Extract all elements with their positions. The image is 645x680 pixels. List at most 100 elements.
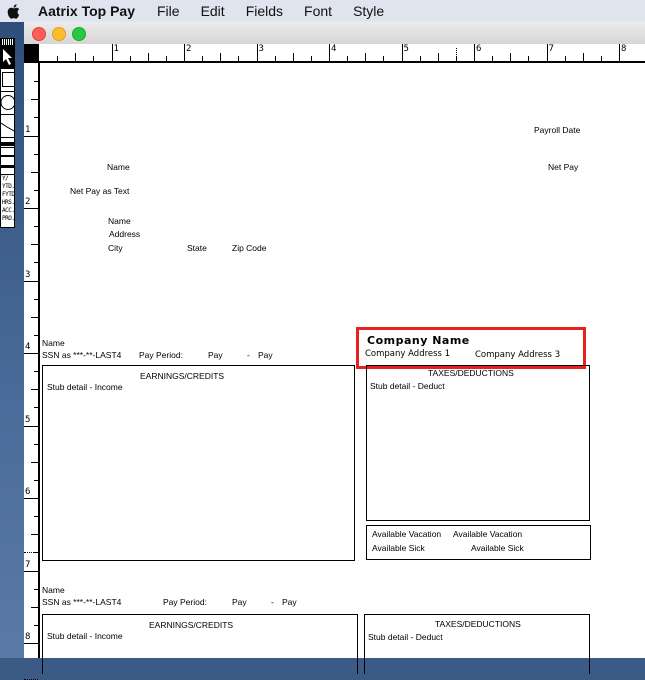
ruler-tick — [31, 171, 38, 173]
ruler-tick — [383, 56, 385, 61]
ruler-major-tick — [184, 44, 185, 61]
arrow-tool[interactable] — [1, 46, 14, 69]
stub1-field-name[interactable]: Name — [42, 338, 65, 348]
field-address-name[interactable]: Name — [108, 216, 131, 226]
stub2-field-name[interactable]: Name — [42, 585, 65, 595]
stub1-vacation-value[interactable]: Available Vacation — [453, 529, 522, 539]
ruler-tick — [274, 56, 276, 61]
ruler-tick — [34, 117, 38, 119]
ruler-major-tick — [474, 44, 475, 61]
ruler-tick — [165, 56, 167, 61]
palette-item[interactable]: HRS. — [2, 199, 15, 207]
medium-line-icon[interactable] — [1, 155, 14, 157]
stub1-vacation-label[interactable]: Available Vacation — [372, 529, 441, 539]
stub1-earnings-title: EARNINGS/CREDITS — [140, 371, 225, 381]
palette-item[interactable]: Y/ — [2, 175, 14, 183]
field-name[interactable]: Name — [107, 162, 130, 172]
document-window: 1 2 3 4 5 6 7 8 1 2 3 4 5 6 7 8 Payroll Date Name Net … — [24, 22, 645, 680]
stub2-earnings-detail[interactable]: Stub detail - Income — [47, 631, 123, 641]
ruler-label: 4 — [25, 342, 31, 352]
ruler-tick — [34, 81, 38, 83]
menu-font[interactable]: Font — [304, 3, 332, 19]
palette-item[interactable]: FYTD — [2, 191, 15, 199]
stub1-earnings-detail[interactable]: Stub detail - Income — [47, 382, 123, 392]
stub2-pay-period-label[interactable]: Pay Period: — [163, 597, 207, 607]
rectangle-tool[interactable] — [1, 69, 15, 92]
field-zip[interactable]: Zip Code — [232, 243, 267, 253]
stub1-taxes-box[interactable]: TAXES/DEDUCTIONS Stub detail - Deduct — [366, 365, 590, 521]
palette-field-list: Y/ YTD. FYTD HRS. ACC. PRO. — [1, 175, 15, 223]
stub1-leave-box[interactable]: Available Vacation Available Vacation Av… — [366, 525, 591, 560]
menu-fields[interactable]: Fields — [246, 3, 283, 19]
stub2-field-ssn[interactable]: SSN as ***-**-LAST4 — [42, 597, 121, 607]
ruler-tick — [31, 99, 38, 101]
field-company-name[interactable]: Company Name — [367, 334, 470, 347]
stub2-taxes-box[interactable]: TAXES/DEDUCTIONS Stub detail - Deduct — [364, 614, 590, 674]
ruler-tick — [310, 56, 312, 61]
field-company-address-3[interactable]: Company Address 3 — [475, 350, 560, 360]
ruler-label: 3 — [258, 44, 264, 54]
field-company-address-1[interactable]: Company Address 1 — [365, 349, 450, 359]
ruler-major-tick — [24, 353, 38, 354]
stub1-earnings-box[interactable]: EARNINGS/CREDITS Stub detail - Income — [42, 365, 355, 561]
oval-tool[interactable] — [0, 92, 16, 115]
apple-logo-icon[interactable] — [6, 3, 20, 19]
window-titlebar[interactable] — [24, 22, 645, 45]
menu-edit[interactable]: Edit — [201, 3, 225, 19]
stub2-field-pay-start[interactable]: Pay — [232, 597, 247, 607]
ruler-tick — [31, 606, 38, 608]
thin-line-icon[interactable] — [1, 165, 14, 168]
palette-item[interactable]: ACC. — [2, 207, 15, 215]
stub1-sick-label[interactable]: Available Sick — [372, 543, 425, 553]
stub2-taxes-detail[interactable]: Stub detail - Deduct — [368, 632, 443, 642]
stub2-earnings-title: EARNINGS/CREDITS — [149, 620, 234, 630]
menu-style[interactable]: Style — [353, 3, 384, 19]
palette-item[interactable]: PRO. — [2, 215, 15, 223]
ruler-tick — [93, 56, 95, 61]
ruler-major-tick — [24, 280, 38, 282]
minimize-button[interactable] — [52, 27, 66, 41]
ruler-label: 7 — [548, 44, 554, 54]
ruler-major-tick — [329, 44, 330, 61]
stub2-field-pay-end[interactable]: Pay — [282, 597, 297, 607]
ruler-tick — [34, 334, 38, 336]
ruler-label: 2 — [25, 197, 31, 207]
ruler-label: 8 — [621, 44, 627, 54]
ruler-tick — [292, 53, 294, 61]
stub1-field-pay-start[interactable]: Pay — [208, 350, 223, 360]
field-payroll-date[interactable]: Payroll Date — [534, 125, 580, 135]
ruler-tick — [365, 53, 367, 61]
stub1-field-pay-end[interactable]: Pay — [258, 350, 273, 360]
menu-file[interactable]: File — [157, 3, 180, 19]
palette-item[interactable]: YTD. — [2, 183, 15, 191]
field-address[interactable]: Address — [109, 229, 140, 239]
line-weight-selector[interactable] — [1, 138, 14, 175]
ruler-tick — [510, 53, 512, 61]
palette-drag-handle[interactable] — [1, 39, 14, 46]
field-state[interactable]: State — [187, 243, 207, 253]
ruler-tick — [238, 56, 240, 61]
stub1-field-ssn[interactable]: SSN as ***-**-LAST4 — [42, 350, 121, 360]
line-tool[interactable] — [0, 115, 15, 138]
field-net-pay-text[interactable]: Net Pay as Text — [70, 186, 129, 196]
stub1-sick-value[interactable]: Available Sick — [471, 543, 524, 553]
stub2-earnings-box[interactable]: EARNINGS/CREDITS Stub detail - Income — [42, 614, 358, 674]
thick-line-icon[interactable] — [1, 142, 14, 146]
line-icon — [0, 122, 15, 132]
ruler-tick — [31, 244, 38, 246]
stub1-pay-period-label[interactable]: Pay Period: — [139, 350, 183, 360]
ruler-tick — [31, 461, 38, 463]
field-net-pay[interactable]: Net Pay — [548, 162, 578, 172]
field-city[interactable]: City — [108, 243, 123, 253]
ruler-tick — [34, 624, 38, 626]
stub1-taxes-detail[interactable]: Stub detail - Deduct — [370, 381, 445, 391]
ruler-tick — [347, 56, 349, 61]
close-button[interactable] — [32, 27, 46, 41]
menu-app-name[interactable]: Aatrix Top Pay — [38, 3, 135, 19]
zoom-button[interactable] — [72, 27, 86, 41]
horizontal-ruler: 1 2 3 4 5 6 7 8 — [24, 44, 645, 63]
page-margin-marker — [455, 48, 457, 61]
ruler-corner — [24, 44, 39, 61]
ruler-tick — [34, 407, 38, 409]
ruler-major-tick — [546, 44, 548, 61]
